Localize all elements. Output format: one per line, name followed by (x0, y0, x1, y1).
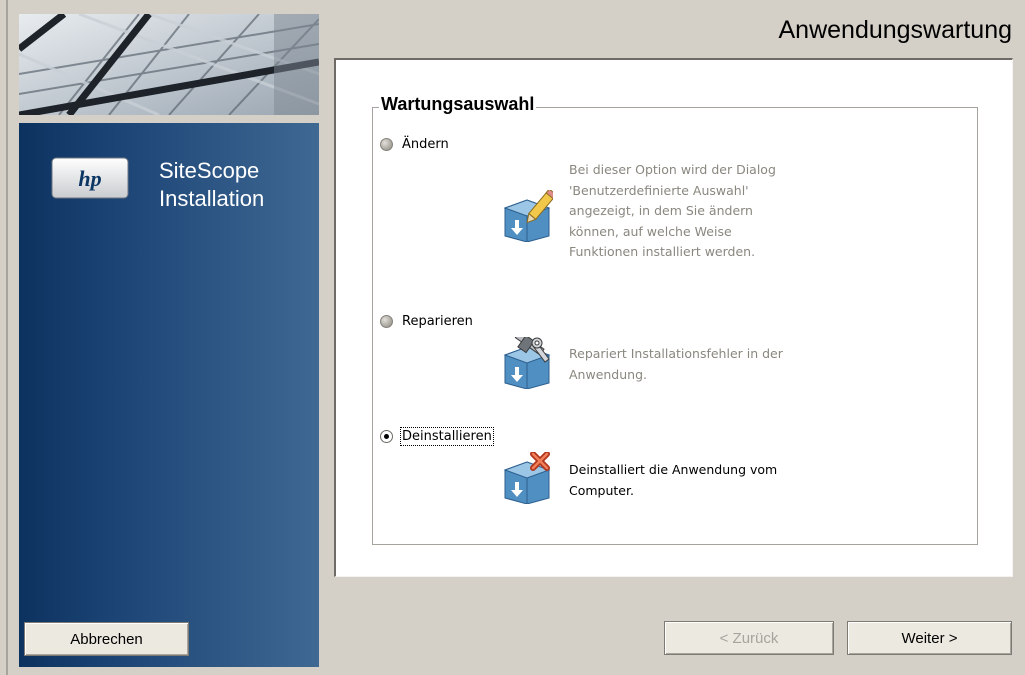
product-name-line2: Installation (159, 186, 265, 211)
modify-desc-line: Funktionen installiert werden. (569, 244, 756, 259)
repair-radio[interactable] (380, 315, 393, 328)
page-title: Anwendungswartung (778, 16, 1013, 44)
uninstall-x-icon (501, 451, 553, 505)
radio-selected-dot (384, 434, 389, 439)
cancel-button[interactable]: Abbrechen (24, 622, 189, 656)
modify-pencil-icon (501, 188, 557, 243)
hp-logo-icon: hp (51, 157, 129, 199)
repair-tools-icon (501, 331, 553, 390)
product-name-line1: SiteScope (159, 158, 260, 183)
group-title: Wartungsauswahl (379, 94, 537, 115)
option-uninstall-row[interactable]: Deinstallieren (380, 427, 494, 446)
back-button[interactable]: < Zurück (664, 621, 834, 655)
modify-desc-line: angezeigt, in dem Sie ändern (569, 203, 753, 218)
modify-label[interactable]: Ändern (402, 137, 449, 152)
svg-text:hp: hp (78, 166, 101, 191)
uninstall-label[interactable]: Deinstallieren (400, 427, 494, 446)
next-button[interactable]: Weiter > (847, 621, 1012, 655)
modify-desc-line: Bei dieser Option wird der Dialog (569, 162, 776, 177)
sidebar: hp SiteScope Installation Abbrechen (0, 0, 326, 675)
banner-photo (19, 14, 319, 115)
modify-desc-line: können, auf welche Weise (569, 223, 732, 239)
option-modify-row[interactable]: Ändern (380, 137, 449, 152)
branding-panel: hp SiteScope Installation (19, 123, 319, 667)
uninstall-desc-line: Computer. (569, 482, 634, 498)
uninstall-desc-line: Deinstalliert die Anwendung vom (569, 462, 778, 477)
repair-desc-line: Anwendung. (569, 366, 647, 382)
modify-radio[interactable] (380, 138, 393, 151)
uninstall-description: Deinstalliert die Anwendung vom Computer… (569, 460, 849, 501)
option-repair-row[interactable]: Reparieren (380, 314, 473, 329)
content-panel: Wartungsauswahl Ändern Bei dieser Option… (334, 58, 1013, 577)
repair-label[interactable]: Reparieren (402, 314, 473, 329)
repair-description: Repariert Installationsfehler in der Anw… (569, 344, 849, 385)
modify-description: Bei dieser Option wird der Dialog 'Benut… (569, 160, 849, 263)
repair-desc-line: Repariert Installationsfehler in der (569, 346, 783, 361)
uninstall-radio[interactable] (380, 430, 393, 443)
sidebar-edge (6, 0, 8, 675)
modify-desc-line: 'Benutzerdefinierte Auswahl' (569, 182, 749, 198)
